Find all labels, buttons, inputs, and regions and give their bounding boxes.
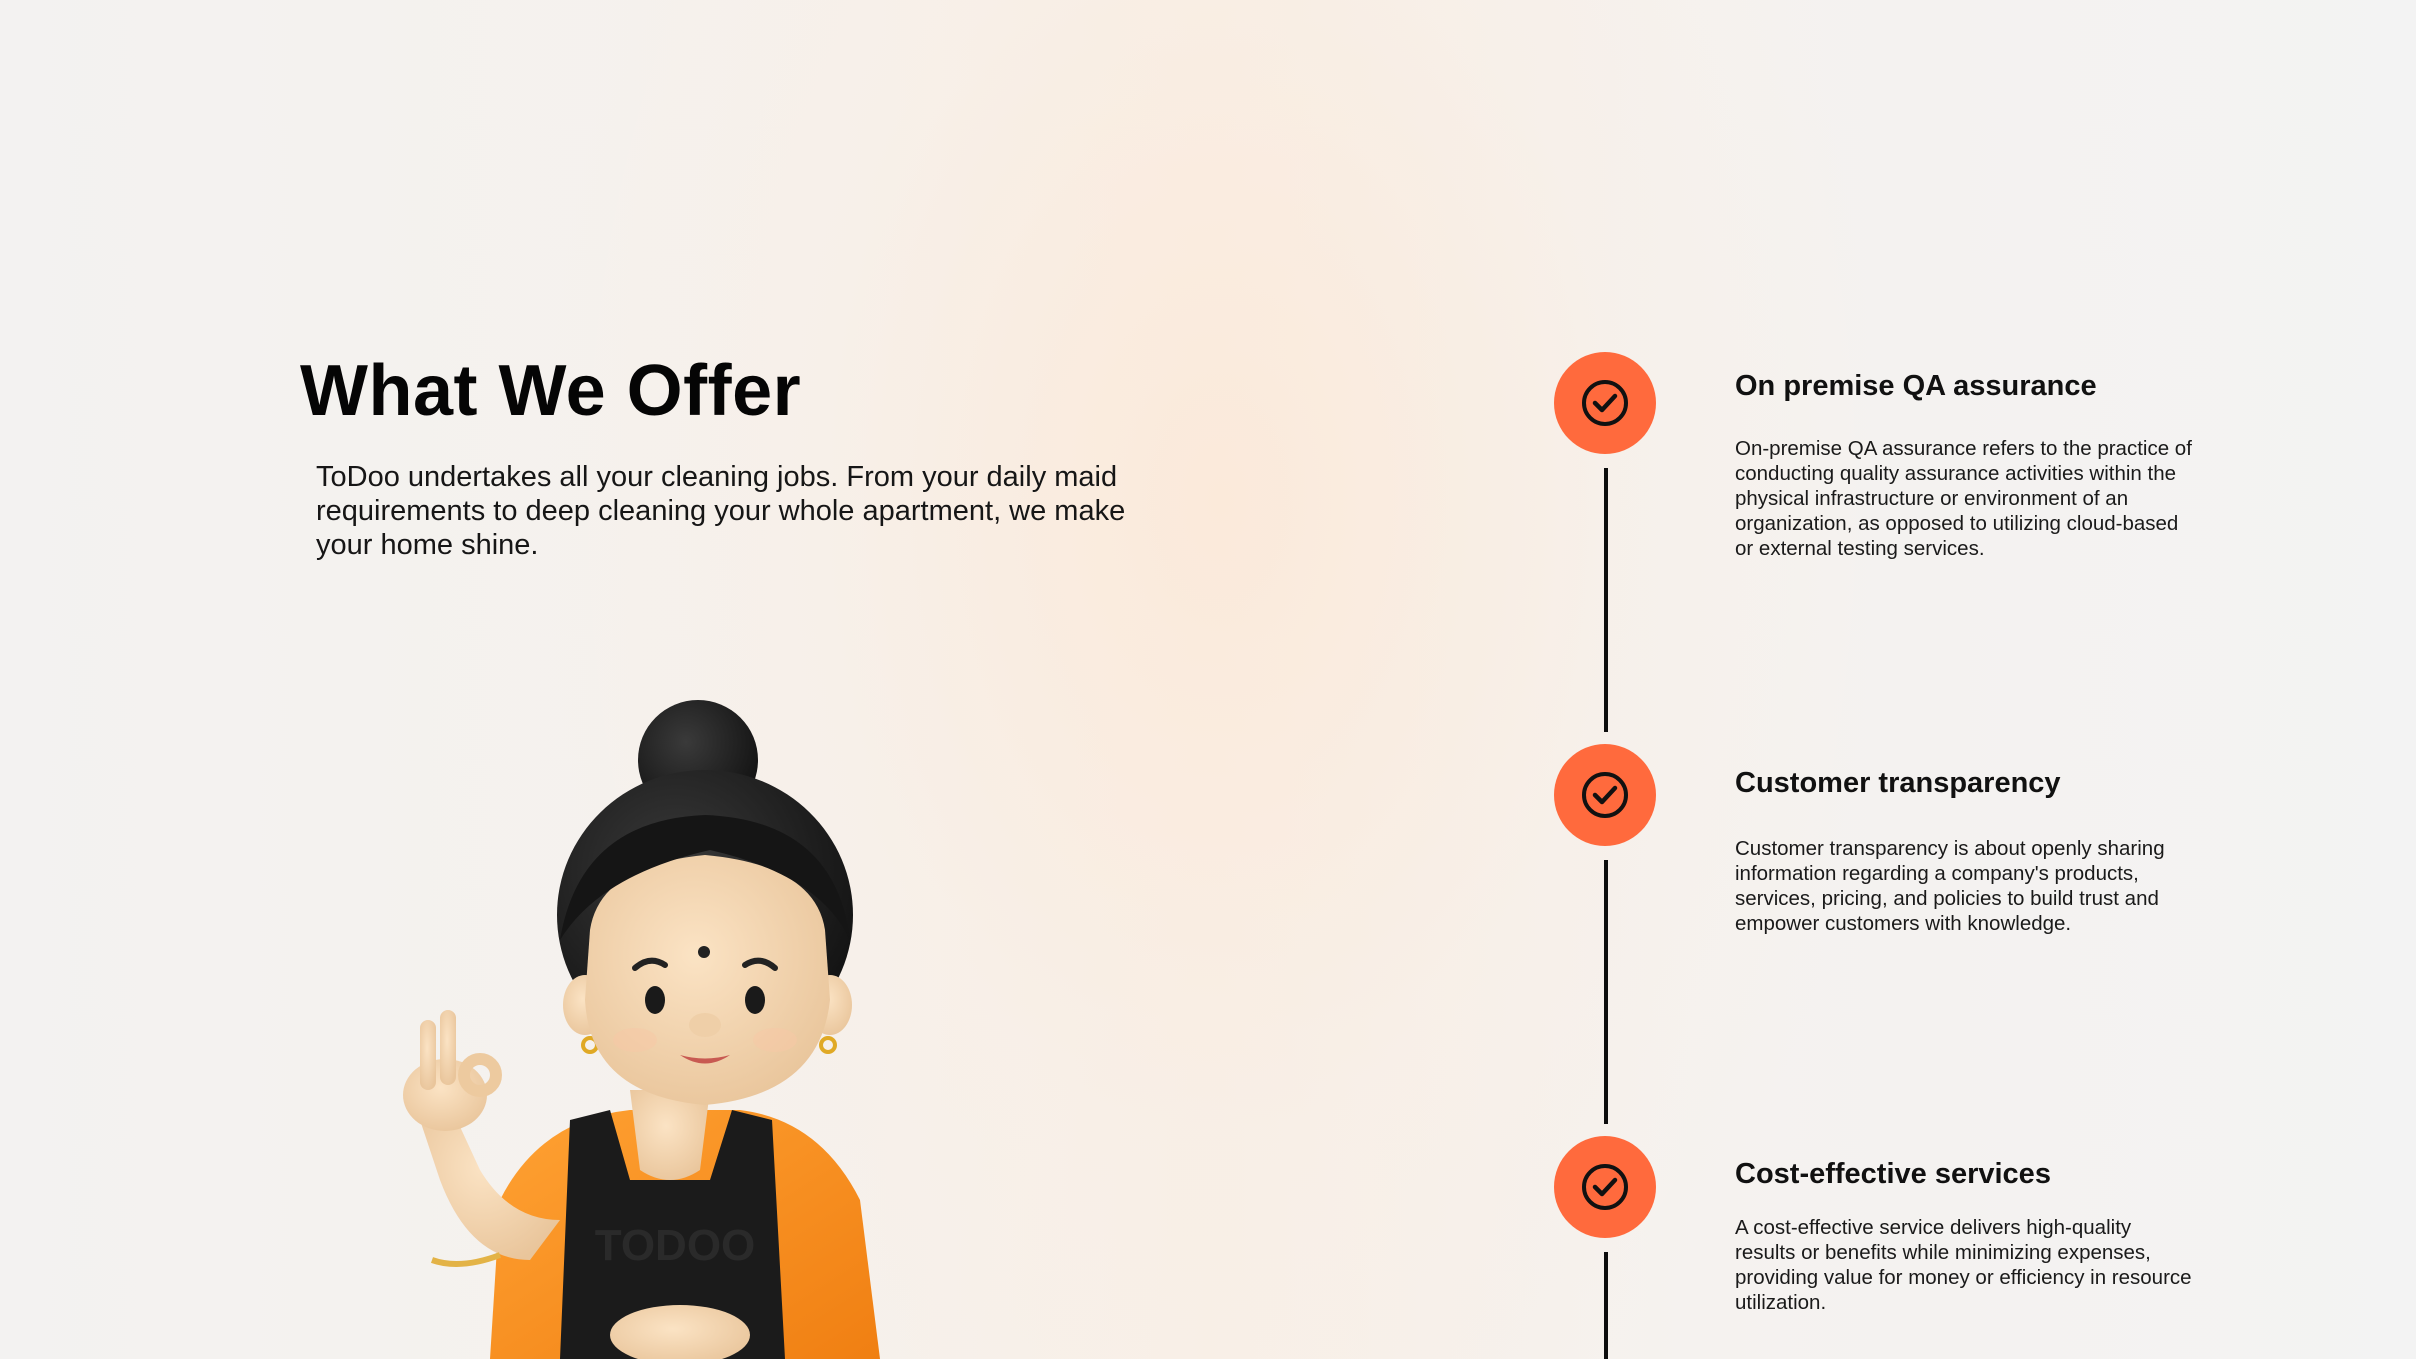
timeline-connector (1604, 860, 1608, 1124)
offer-description: Customer transparency is about openly sh… (1735, 837, 2165, 935)
offer-title: On premise QA assurance (1735, 370, 2097, 402)
section-description: ToDoo undertakes all your cleaning jobs.… (316, 461, 1126, 561)
offer-title: Customer transparency (1735, 767, 2061, 799)
offer-title: Cost-effective services (1735, 1158, 2051, 1190)
timeline-connector (1604, 468, 1608, 732)
check-circle-icon (1554, 1136, 1656, 1238)
offer-description: On-premise QA assurance refers to the pr… (1735, 437, 2192, 560)
offer-description: A cost-effective service delivers high-q… (1735, 1216, 2192, 1314)
check-circle-icon (1554, 744, 1656, 846)
timeline-connector (1604, 1252, 1608, 1359)
apron-text: TODOO (595, 1221, 756, 1270)
section-title: What We Offer (300, 351, 802, 431)
check-circle-icon (1554, 352, 1656, 454)
maid-character-illustration: TODOO (403, 700, 880, 1359)
